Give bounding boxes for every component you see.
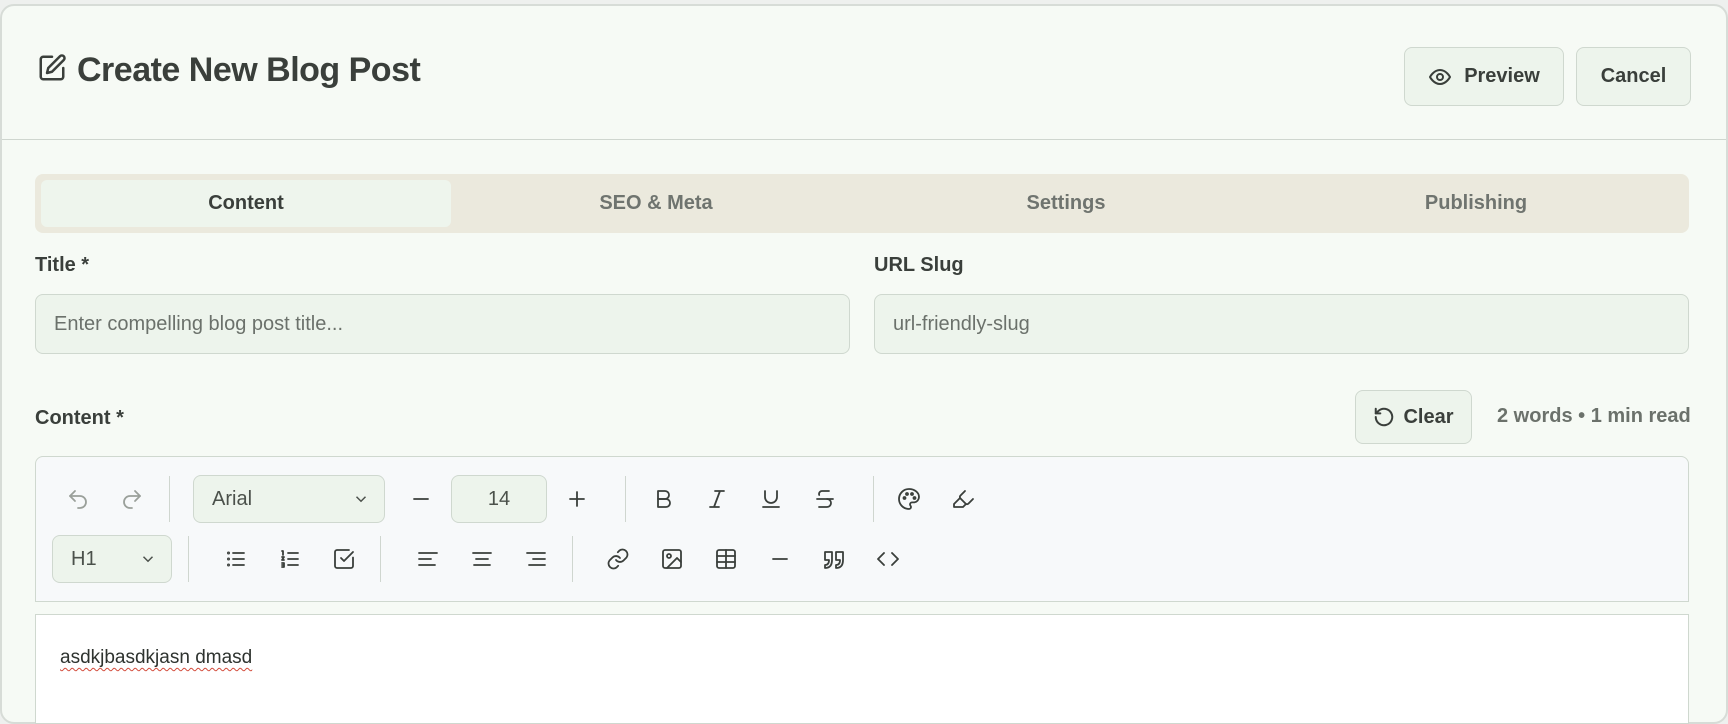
url-slug-label: URL Slug <box>874 254 964 276</box>
toolbar-divider <box>188 536 189 582</box>
table-icon[interactable] <box>708 541 744 577</box>
underline-icon[interactable] <box>753 481 789 517</box>
horizontal-rule-icon[interactable] <box>762 541 798 577</box>
highlighter-icon[interactable] <box>945 481 981 517</box>
quote-icon[interactable] <box>816 541 852 577</box>
tab-bar: Content SEO & Meta Settings Publishing <box>35 174 1689 233</box>
numbered-list-icon[interactable] <box>272 541 308 577</box>
bullet-list-icon[interactable] <box>218 541 254 577</box>
preview-button[interactable]: Preview <box>1404 47 1564 106</box>
editor-text[interactable]: asdkjbasdkjasn dmasd <box>60 647 252 669</box>
toolbar-divider <box>572 536 573 582</box>
font-size-input[interactable]: 14 <box>451 475 547 523</box>
title-input[interactable]: Enter compelling blog post title... <box>35 294 850 354</box>
eye-icon <box>1429 68 1452 85</box>
strikethrough-icon[interactable] <box>807 481 843 517</box>
toolbar-divider <box>625 476 626 522</box>
align-left-icon[interactable] <box>410 541 446 577</box>
decrease-font-size-button[interactable] <box>403 481 439 517</box>
align-center-icon[interactable] <box>464 541 500 577</box>
tab-seo-meta[interactable]: SEO & Meta <box>451 180 861 227</box>
increase-font-size-button[interactable] <box>559 481 595 517</box>
italic-icon[interactable] <box>699 481 735 517</box>
toolbar-divider <box>169 476 170 522</box>
plus-icon <box>569 491 585 507</box>
code-icon[interactable] <box>870 541 906 577</box>
word-count: 2 words • 1 min read <box>1497 405 1691 427</box>
font-family-value: Arial <box>212 487 253 510</box>
content-label: Content * <box>35 407 124 429</box>
toolbar-divider <box>380 536 381 582</box>
clear-button[interactable]: Clear <box>1355 390 1472 444</box>
tab-content[interactable]: Content <box>41 180 451 227</box>
page-title: Create New Blog Post <box>77 51 421 89</box>
chevron-down-icon <box>352 490 370 508</box>
toolbar-divider <box>873 476 874 522</box>
url-slug-input[interactable]: url-friendly-slug <box>874 294 1689 354</box>
heading-select[interactable]: H1 <box>52 535 172 583</box>
pencil-square-icon <box>37 53 67 88</box>
page-header: Create New Blog Post Preview Cancel <box>2 6 1726 140</box>
heading-value: H1 <box>71 547 97 570</box>
align-right-icon[interactable] <box>518 541 554 577</box>
title-wrap: Create New Blog Post <box>37 51 421 90</box>
font-family-select[interactable]: Arial <box>193 475 385 523</box>
tab-settings[interactable]: Settings <box>861 180 1271 227</box>
preview-label: Preview <box>1464 65 1540 87</box>
reset-icon <box>1375 407 1394 427</box>
minus-icon <box>413 498 429 500</box>
title-label: Title * <box>35 254 90 276</box>
checklist-icon[interactable] <box>326 541 362 577</box>
chevron-down-icon <box>139 550 157 568</box>
redo-icon[interactable] <box>114 481 150 517</box>
image-icon[interactable] <box>654 541 690 577</box>
tab-publishing[interactable]: Publishing <box>1271 180 1681 227</box>
link-icon[interactable] <box>600 541 636 577</box>
undo-icon[interactable] <box>60 481 96 517</box>
bold-icon[interactable] <box>645 481 681 517</box>
clear-label: Clear <box>1403 405 1454 428</box>
cancel-button[interactable]: Cancel <box>1576 47 1691 106</box>
content-editor[interactable]: asdkjbasdkjasn dmasd <box>35 614 1689 724</box>
cancel-label: Cancel <box>1600 65 1667 87</box>
editor-toolbar: Arial 14 H1 <box>35 456 1689 602</box>
palette-icon[interactable] <box>891 481 927 517</box>
